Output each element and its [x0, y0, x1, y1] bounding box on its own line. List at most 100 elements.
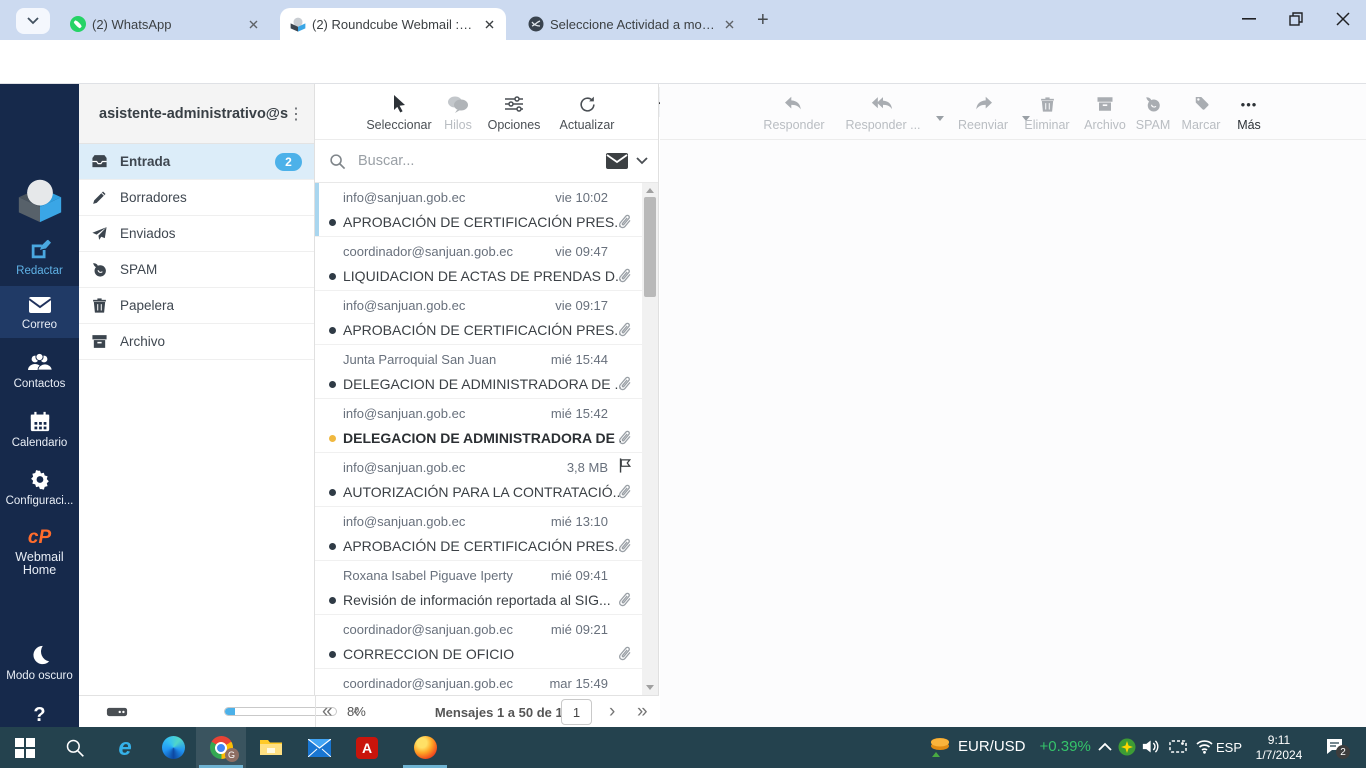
folder-label: Entrada	[120, 154, 171, 169]
sidebar-item-correo[interactable]: Correo	[0, 286, 79, 338]
wifi-icon[interactable]	[1195, 739, 1214, 754]
message-row[interactable]: coordinador@sanjuan.gob.ec mar 15:49	[315, 669, 643, 695]
folder-entrada[interactable]: Entrada 2	[79, 144, 314, 180]
responder-button[interactable]: Responder	[758, 92, 830, 132]
reenviar-button[interactable]: Reenviar	[950, 92, 1030, 132]
tab-roundcube[interactable]: (2) Roundcube Webmail :: Entra	[280, 8, 506, 40]
window-restore-button[interactable]	[1289, 12, 1303, 26]
eliminar-button[interactable]: Eliminar	[1014, 92, 1080, 132]
folder-archivo[interactable]: Archivo	[79, 324, 314, 360]
scroll-down-icon[interactable]	[646, 685, 654, 690]
taskbar-search-button[interactable]	[50, 727, 100, 768]
message-row[interactable]: info@sanjuan.gob.ec mié 13:10 APROBACIÓN…	[315, 507, 643, 561]
sidebar-item-webmail-home[interactable]: cP Webmail Home	[0, 527, 79, 577]
more-icon: •••	[1240, 96, 1258, 112]
message-row[interactable]: info@sanjuan.gob.ec 3,8 MB AUTORIZACIÓN …	[315, 453, 643, 507]
message-row[interactable]: coordinador@sanjuan.gob.ec mié 09:21 COR…	[315, 615, 643, 669]
firefox-button[interactable]	[400, 727, 450, 768]
scroll-up-icon[interactable]	[646, 188, 654, 193]
opciones-button[interactable]: Opciones	[479, 92, 549, 132]
folder-label: Archivo	[120, 334, 166, 349]
touch-keyboard-icon[interactable]	[1169, 739, 1187, 754]
search-options-chevron-icon[interactable]	[636, 157, 648, 165]
hilos-button[interactable]: Hilos	[437, 92, 479, 132]
spam-button[interactable]: SPAM	[1128, 92, 1178, 132]
tray-expand-chevron-icon[interactable]	[1098, 742, 1112, 751]
language-indicator[interactable]: ESP	[1216, 740, 1242, 755]
search-scope-mail-icon[interactable]	[606, 153, 628, 169]
coins-ticker-icon[interactable]	[928, 735, 952, 759]
chevron-down-icon[interactable]	[936, 116, 944, 121]
message-row[interactable]: Junta Parroquial San Juan mié 15:44 DELE…	[315, 345, 643, 399]
prev-page-button[interactable]: ‹	[353, 700, 359, 724]
responder-todos-button[interactable]: Responder ...	[836, 92, 944, 132]
sidebar-item-contactos[interactable]: Contactos	[0, 352, 79, 391]
acrobat-button[interactable]: A	[342, 727, 392, 768]
window-close-button[interactable]	[1336, 12, 1350, 26]
message-row[interactable]: coordinador@sanjuan.gob.ec vie 09:47 LIQ…	[315, 237, 643, 291]
attachment-icon	[616, 212, 634, 230]
antivirus-tray-icon[interactable]	[1118, 738, 1136, 756]
quota-progress-bar	[224, 707, 337, 716]
tab-close-icon[interactable]	[245, 16, 262, 33]
last-page-button[interactable]: »	[637, 700, 648, 724]
chrome-icon: G	[209, 736, 239, 762]
start-button[interactable]	[0, 727, 50, 768]
tab-whatsapp[interactable]: (2) WhatsApp	[60, 8, 270, 40]
chrome-button[interactable]: G	[196, 727, 246, 768]
account-menu-kebab-icon[interactable]: ⋮	[288, 104, 304, 124]
sidebar-item-modo-oscuro[interactable]: Modo oscuro	[0, 644, 79, 683]
mail-app-button[interactable]	[294, 727, 344, 768]
pencil-icon	[91, 189, 108, 206]
file-explorer-button[interactable]	[246, 727, 296, 768]
folder-enviados[interactable]: Enviados	[79, 216, 314, 252]
volume-icon[interactable]	[1142, 738, 1161, 755]
message-row[interactable]: info@sanjuan.gob.ec vie 10:02 APROBACIÓN…	[315, 183, 643, 237]
folder-borradores[interactable]: Borradores	[79, 180, 314, 216]
internet-explorer-button[interactable]: e	[100, 727, 150, 768]
whatsapp-icon	[70, 16, 86, 32]
marcar-button[interactable]: Marcar	[1172, 92, 1230, 132]
windows-taskbar: e G A EUR/USD +0.39% ESP 9:11 1/7/2024 2	[0, 727, 1366, 768]
message-date: vie 10:02	[555, 190, 608, 205]
tab-title: (2) WhatsApp	[92, 16, 172, 32]
tab-close-icon[interactable]	[481, 16, 498, 33]
folder-label: Papelera	[120, 298, 175, 313]
roundcube-icon	[290, 16, 306, 32]
mas-button[interactable]: ••• Más	[1226, 92, 1272, 133]
clock[interactable]: 9:11 1/7/2024	[1248, 733, 1310, 763]
folder-papelera[interactable]: Papelera	[79, 288, 314, 324]
message-sender: coordinador@sanjuan.gob.ec	[343, 622, 514, 637]
notification-center-icon[interactable]: 2	[1325, 737, 1350, 759]
folder-spam[interactable]: SPAM	[79, 252, 314, 288]
sidebar-item-redactar[interactable]: Redactar	[0, 239, 79, 278]
next-page-button[interactable]: ›	[609, 700, 615, 724]
currency-pair: EUR/USD	[958, 738, 1026, 755]
first-page-button[interactable]: «	[322, 700, 333, 724]
status-bar: 8% « ‹ Mensajes 1 a 50 de 179 › »	[79, 695, 659, 727]
message-subject: DELEGACION DE ADMINISTRADORA DE ...	[343, 376, 621, 392]
message-date: mié 13:10	[550, 514, 608, 529]
sidebar-item-configuracion[interactable]: Configuraci...	[0, 469, 79, 508]
window-minimize-button[interactable]	[1242, 18, 1256, 20]
tab-actividad[interactable]: Seleccione Actividad a modifica	[518, 8, 746, 40]
seleccionar-button[interactable]: Seleccionar	[361, 92, 437, 132]
tab-search-button[interactable]	[16, 8, 50, 34]
message-sender: coordinador@sanjuan.gob.ec	[343, 244, 514, 259]
roundcube-logo[interactable]	[17, 176, 63, 224]
archivo-button[interactable]: Archivo	[1074, 92, 1136, 132]
message-row[interactable]: info@sanjuan.gob.ec vie 09:17 APROBACIÓN…	[315, 291, 643, 345]
list-scrollbar[interactable]	[642, 183, 658, 695]
search-input[interactable]	[356, 152, 606, 170]
sidebar-item-calendario[interactable]: Calendario	[0, 411, 79, 450]
edge-button[interactable]	[148, 727, 198, 768]
page-number-input[interactable]	[561, 699, 592, 725]
message-row[interactable]: info@sanjuan.gob.ec mié 15:42 DELEGACION…	[315, 399, 643, 453]
actualizar-button[interactable]: Actualizar	[549, 92, 625, 132]
attachment-icon	[616, 482, 634, 500]
scrollbar-thumb[interactable]	[644, 197, 656, 297]
new-tab-button[interactable]: +	[757, 9, 769, 32]
message-row[interactable]: Roxana Isabel Piguave Iperty mié 09:41 R…	[315, 561, 643, 615]
tab-close-icon[interactable]	[721, 16, 738, 33]
currency-ticker[interactable]: EUR/USD +0.39%	[958, 738, 1091, 755]
